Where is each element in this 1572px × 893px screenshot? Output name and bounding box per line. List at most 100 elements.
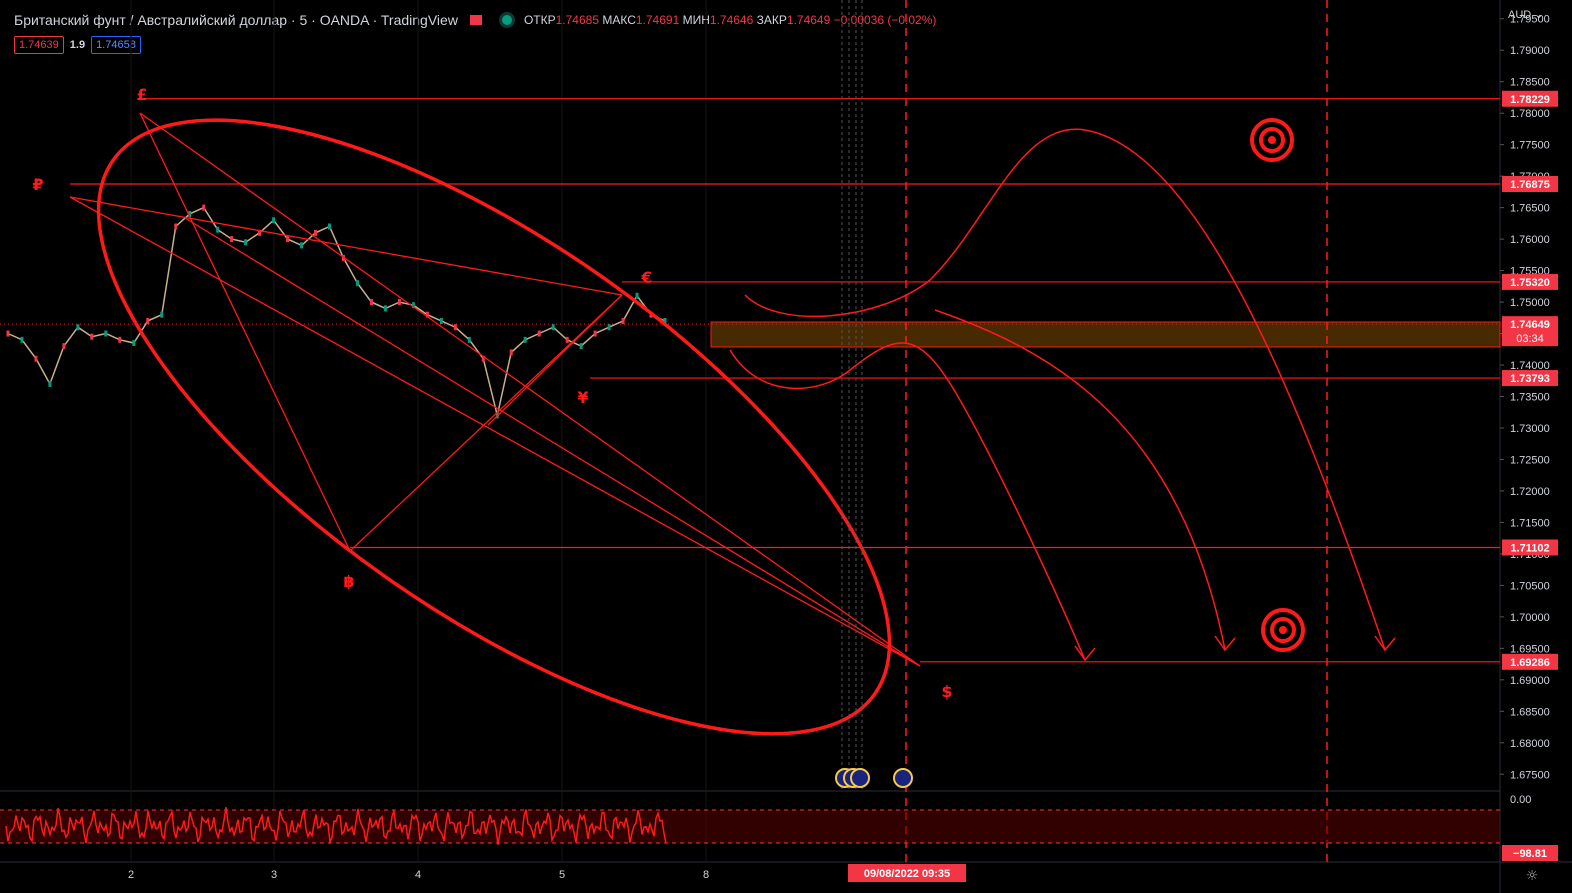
y-tick-label: 1.68500 <box>1510 706 1550 718</box>
y-tick-label: 1.70500 <box>1510 580 1550 592</box>
date-label: 09/08/2022 09:35 <box>864 868 950 880</box>
candle <box>146 317 150 324</box>
y-tick-label: 1.78000 <box>1510 108 1550 120</box>
y-tick-label: 1.72000 <box>1510 486 1550 498</box>
currency-symbol-label: $ <box>941 682 952 701</box>
candle <box>76 324 80 331</box>
candle <box>509 349 513 356</box>
oscillator-value-label: −98.81 <box>1513 848 1547 860</box>
trend-line <box>184 217 921 667</box>
level-price-label: 1.75320 <box>1510 277 1550 289</box>
level-price-label: 1.74649 <box>1510 319 1550 331</box>
x-tick-label: 8 <box>703 869 709 881</box>
candle <box>355 280 359 287</box>
trend-line <box>139 112 921 667</box>
x-tick-label: 2 <box>128 869 134 881</box>
price-series-line <box>7 206 666 416</box>
chart-root: Британский фунт / Австралийский доллар ·… <box>0 0 1572 893</box>
forecast-curve-1 <box>744 128 1386 651</box>
candle <box>286 236 290 243</box>
candle <box>202 204 206 211</box>
y-tick-label: 1.67500 <box>1510 769 1550 781</box>
chart-canvas[interactable]: 2 3 4 5 8 1.79500 1.79000 1.78500 1.78000 1.77500… <box>0 0 1572 893</box>
candle <box>635 292 639 299</box>
y-tick-label: 1.71500 <box>1510 517 1550 529</box>
event-flag-icon <box>850 768 870 788</box>
big-ellipse <box>96 118 892 736</box>
candle <box>174 223 178 230</box>
y-tick-label: 1.76000 <box>1510 234 1550 246</box>
y-tick-label: 1.68000 <box>1510 738 1550 750</box>
candle <box>537 330 541 337</box>
level-price-label: 1.73793 <box>1510 373 1550 385</box>
y-tick-label: 1.78500 <box>1510 77 1550 89</box>
y-tick-label: 1.76500 <box>1510 203 1550 215</box>
trend-line <box>487 294 623 426</box>
currency-symbol-label: £ <box>136 85 147 104</box>
candle <box>579 343 583 350</box>
y-tick-label: 1.73000 <box>1510 423 1550 435</box>
candle <box>90 333 94 340</box>
candle <box>132 339 136 346</box>
candle <box>34 355 38 362</box>
trend-line <box>69 196 623 296</box>
settings-gear-icon[interactable]: ☼ <box>1526 868 1539 884</box>
y-tick-label: 1.77500 <box>1510 140 1550 152</box>
forecast-curve-3 <box>934 309 1226 651</box>
target-icon-center <box>1279 626 1287 634</box>
countdown-label: 03:34 <box>1516 333 1544 345</box>
candle <box>244 239 248 246</box>
price-zone-rect <box>710 321 1501 348</box>
y-tick-label: 1.75000 <box>1510 297 1550 309</box>
y-tick-label: 1.79000 <box>1510 45 1550 57</box>
candle <box>523 336 527 343</box>
y-tick-label: 1.73500 <box>1510 392 1550 404</box>
level-price-label: 1.76875 <box>1510 179 1550 191</box>
candle <box>453 324 457 331</box>
currency-symbol-label: € <box>640 268 652 287</box>
trend-line <box>69 196 921 667</box>
candle <box>621 317 625 324</box>
candle <box>593 330 597 337</box>
trend-line <box>349 294 623 552</box>
x-tick-label: 5 <box>559 869 565 881</box>
candle <box>314 229 318 236</box>
candle <box>6 330 10 337</box>
candle <box>48 380 52 387</box>
currency-symbol-label: ¥ <box>577 388 588 407</box>
candle <box>467 336 471 343</box>
candle <box>369 299 373 306</box>
candle <box>118 336 122 343</box>
candle <box>383 305 387 312</box>
oscillator-top-label: 0.00 <box>1510 794 1531 806</box>
candle <box>607 324 611 331</box>
level-price-label: 1.69286 <box>1510 657 1550 669</box>
level-price-label: 1.71102 <box>1510 542 1549 554</box>
y-tick-label: 1.79500 <box>1510 14 1550 26</box>
x-tick-label: 3 <box>271 869 277 881</box>
candle <box>104 330 108 337</box>
y-tick-label: 1.70000 <box>1510 612 1550 624</box>
event-flag-icon <box>893 768 913 788</box>
candle <box>328 223 332 230</box>
y-tick-label: 1.69500 <box>1510 643 1550 655</box>
candle <box>300 242 304 249</box>
forecast-curve-2 <box>729 342 1086 661</box>
trend-line <box>139 112 351 552</box>
candle <box>20 336 24 343</box>
currency-symbol-label: ฿ <box>343 572 354 591</box>
candle <box>216 226 220 233</box>
y-tick-label: 1.72500 <box>1510 454 1550 466</box>
candle <box>397 299 401 306</box>
x-tick-label: 4 <box>415 869 421 881</box>
candle <box>565 336 569 343</box>
candle <box>439 317 443 324</box>
y-tick-label: 1.69000 <box>1510 675 1550 687</box>
target-icon-center <box>1268 136 1276 144</box>
arrow-head <box>1074 645 1096 662</box>
candle <box>160 311 164 318</box>
candle <box>62 343 66 350</box>
level-price-label: 1.78229 <box>1510 94 1550 106</box>
candle <box>551 324 555 331</box>
candle <box>272 217 276 224</box>
